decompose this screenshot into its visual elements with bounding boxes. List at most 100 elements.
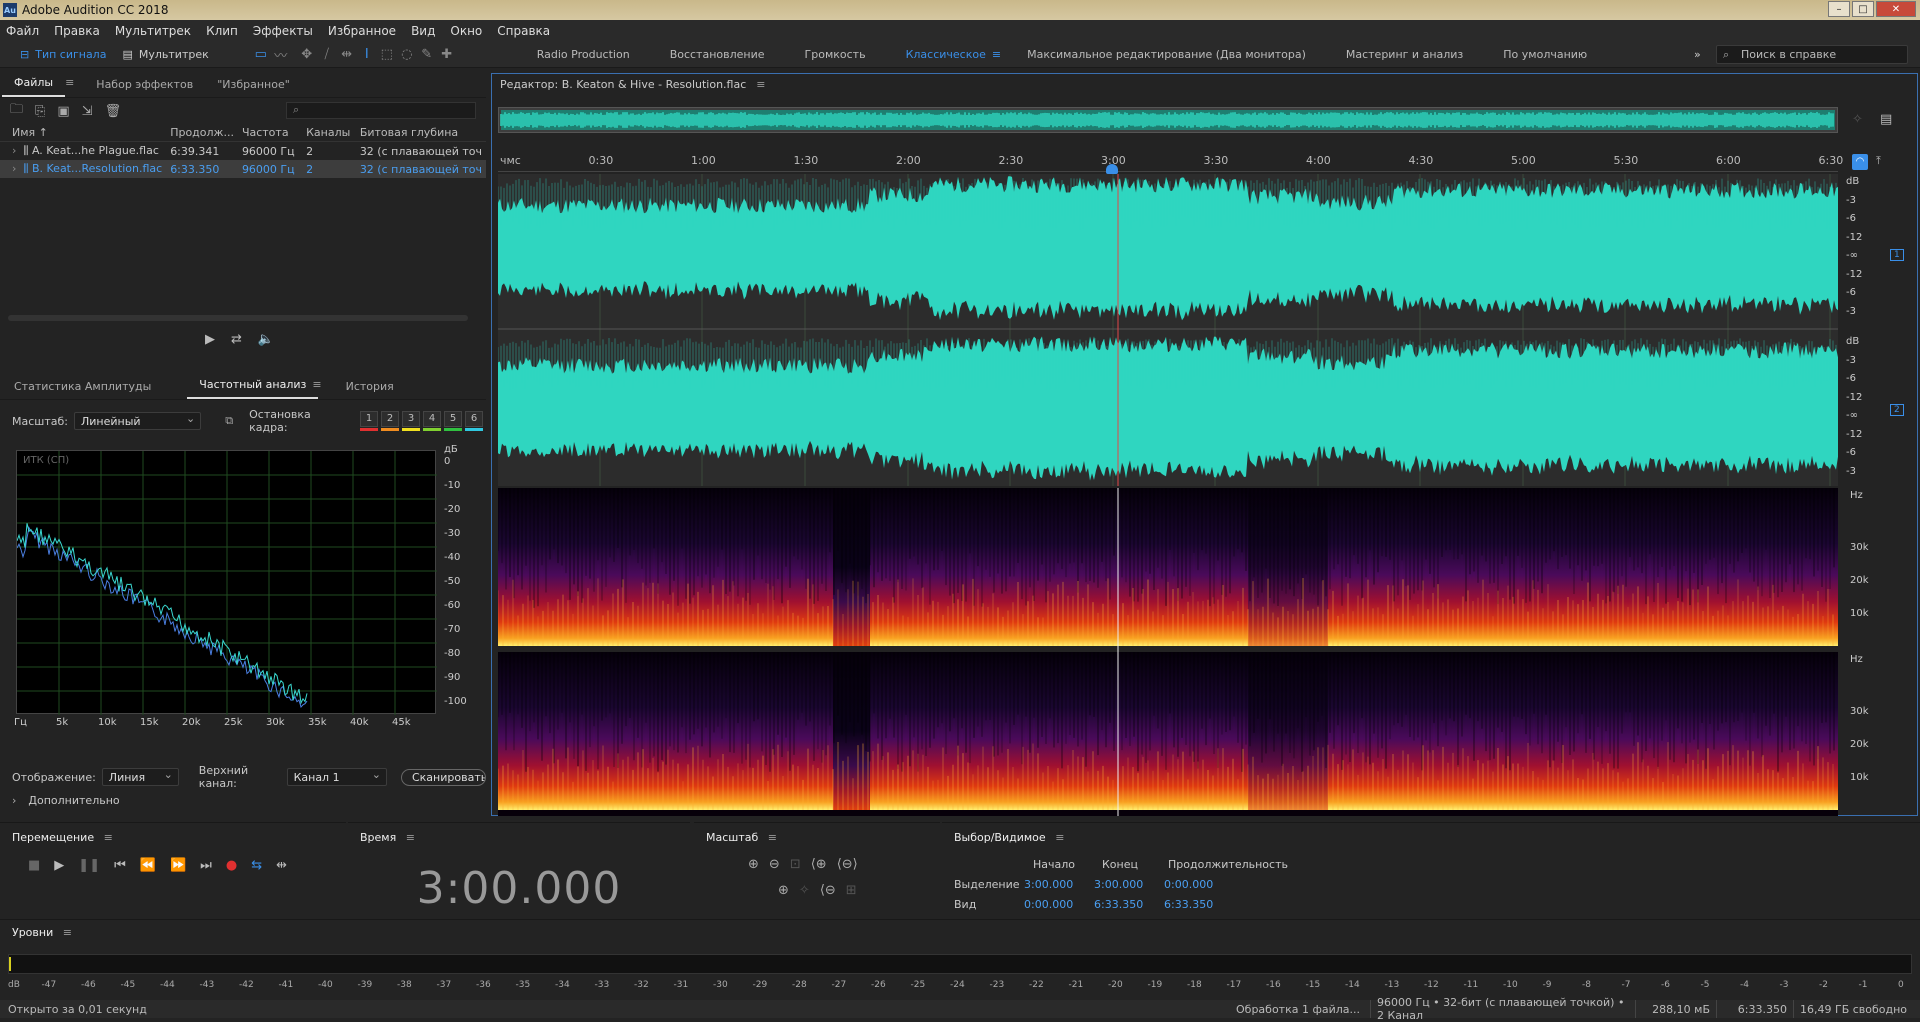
expand-icon[interactable]: ›	[12, 162, 16, 175]
spectral-view-icon[interactable]: ▭	[251, 45, 271, 65]
spectral-view[interactable]	[498, 488, 1838, 816]
preview-loop-icon[interactable]: ⇄	[231, 332, 242, 347]
tab-frequency-analysis[interactable]: Частотный анализ	[187, 372, 319, 399]
menu-edit[interactable]: Правка	[54, 24, 100, 38]
selection-duration[interactable]: 0:00.000	[1162, 875, 1242, 895]
channel-select[interactable]: Канал 1	[286, 767, 387, 786]
freeze-button-1[interactable]: 1	[360, 411, 378, 431]
waveform-view[interactable]	[498, 174, 1838, 486]
insert-multitrack-icon[interactable]: ⇲	[82, 104, 93, 119]
expand-icon[interactable]: ›	[12, 144, 16, 157]
selection-menu-icon[interactable]: ≡	[1055, 831, 1064, 844]
headphones-icon[interactable]: ◠	[1852, 154, 1868, 170]
go-to-end-icon[interactable]: ⏭	[200, 858, 212, 873]
zoom-in-time-icon[interactable]: ⟨⊕	[811, 857, 827, 872]
scale-select[interactable]: Линейный	[73, 411, 202, 430]
channel-2-badge[interactable]: 2	[1890, 404, 1904, 416]
delete-icon[interactable]: 🗑	[105, 104, 122, 119]
view-start[interactable]: 0:00.000	[1018, 895, 1090, 915]
frame-icon[interactable]: ⧉	[225, 414, 233, 428]
preview-play-icon[interactable]: ▶	[205, 332, 215, 347]
editor-menu-icon[interactable]: ≡	[756, 78, 765, 91]
zoom-in-point-icon[interactable]: ✧	[799, 883, 810, 898]
time-selection-tool-icon[interactable]: I	[357, 45, 377, 65]
zoom-out-amplitude-icon[interactable]: ⊖	[769, 857, 780, 872]
zoom-menu-icon[interactable]: ≡	[768, 831, 777, 844]
import-file-icon[interactable]: ⎘	[35, 104, 45, 119]
open-file-icon[interactable]: 🗀	[10, 100, 23, 122]
freeze-button-4[interactable]: 4	[423, 411, 441, 431]
play-icon[interactable]: ▶	[54, 858, 64, 873]
time-ruler[interactable]: чмс 0:30 1:00 1:30 2:00 2:30 3:00 3:30 4:00 4:30 5…	[498, 152, 1843, 172]
workspace-classic[interactable]: Классическое	[906, 48, 986, 61]
slip-tool-icon[interactable]: ⇹	[337, 45, 357, 65]
col-name[interactable]: Имя ↑	[0, 124, 167, 142]
menu-multitrack[interactable]: Мультитрек	[115, 24, 191, 38]
zoom-out-time-icon[interactable]: ⟨⊖⟩	[837, 857, 858, 872]
files-menu-icon[interactable]: ≡	[65, 76, 74, 89]
menu-view[interactable]: Вид	[411, 24, 435, 38]
display-select[interactable]: Линия	[101, 767, 179, 786]
analysis-menu-icon[interactable]: ≡	[312, 378, 321, 391]
files-scrollbar[interactable]	[8, 315, 468, 321]
menu-effects[interactable]: Эффекты	[253, 24, 313, 38]
selection-start[interactable]: 3:00.000	[1018, 875, 1090, 895]
pitch-view-icon[interactable]: 〰	[271, 45, 291, 65]
skip-selection-icon[interactable]: ⇹	[276, 858, 287, 873]
minimize-button[interactable]: –	[1828, 1, 1850, 17]
help-search-input[interactable]: ⌕ Поиск в справке	[1716, 45, 1908, 64]
waveform-mode-button[interactable]: ⊟ Тип сигнала	[12, 45, 114, 65]
time-menu-icon[interactable]: ≡	[406, 831, 415, 844]
col-duration[interactable]: Продолж...	[166, 124, 238, 142]
freeze-button-3[interactable]: 3	[402, 411, 420, 431]
frequency-graph[interactable]: ИТК (СП)	[16, 450, 437, 715]
selection-end[interactable]: 3:00.000	[1090, 875, 1162, 895]
transport-menu-icon[interactable]: ≡	[104, 831, 113, 844]
preview-volume-icon[interactable]: 🔈	[258, 332, 274, 347]
workspace-menu-icon[interactable]: ≡	[992, 48, 1001, 61]
freeze-button-5[interactable]: 5	[444, 411, 462, 431]
loop-icon[interactable]: ⇆	[251, 858, 262, 873]
tab-files[interactable]: Файлы	[2, 70, 66, 97]
record-icon[interactable]: ●	[226, 858, 237, 873]
maximize-button[interactable]: □	[1852, 1, 1874, 17]
zoom-in-amplitude-icon[interactable]: ⊕	[748, 857, 759, 872]
brush-tool-icon[interactable]: ✎	[417, 45, 437, 65]
view-duration[interactable]: 6:33.350	[1162, 895, 1242, 915]
col-rate[interactable]: Частота	[237, 124, 303, 142]
channel-1-badge[interactable]: 1	[1890, 249, 1904, 261]
tab-amplitude-stats[interactable]: Статистика Амплитуды	[2, 374, 163, 399]
workspace-mastering[interactable]: Мастеринг и анализ	[1346, 48, 1463, 61]
expand-advanced-icon[interactable]: ›	[12, 794, 16, 807]
workspace-radio[interactable]: Radio Production	[537, 48, 630, 61]
freeze-button-6[interactable]: 6	[465, 411, 483, 431]
tab-history[interactable]: История	[334, 374, 406, 399]
close-button[interactable]: ✕	[1876, 1, 1916, 17]
razor-tool-icon[interactable]: ⧸	[317, 45, 337, 65]
fast-forward-icon[interactable]: ⏩	[170, 858, 186, 873]
marquee-tool-icon[interactable]: ⬚	[377, 45, 397, 65]
zoom-out-point-icon[interactable]: ⟨⊖	[820, 883, 836, 898]
advanced-label[interactable]: Дополнительно	[28, 794, 119, 807]
workspace-default[interactable]: По умолчанию	[1503, 48, 1587, 61]
menu-window[interactable]: Окно	[450, 24, 482, 38]
move-tool-icon[interactable]: ✥	[297, 45, 317, 65]
files-search-input[interactable]: ⌕	[286, 102, 476, 119]
file-row[interactable]: › ⫼ A. Keat...he Plague.flac 6:39.341 96…	[0, 142, 486, 161]
panel-options-icon[interactable]: ▤	[1880, 112, 1892, 127]
zoom-to-selection-icon[interactable]: ⊞	[846, 883, 857, 898]
zoom-out-full-icon[interactable]: ⊡	[790, 857, 801, 872]
tab-effects-rack[interactable]: Набор эффектов	[84, 72, 205, 97]
lasso-tool-icon[interactable]: ◌	[397, 45, 417, 65]
playhead-marker[interactable]	[1106, 164, 1118, 174]
col-channels[interactable]: Каналы	[302, 124, 356, 142]
stop-icon[interactable]: ■	[28, 858, 40, 873]
menu-file[interactable]: Файл	[6, 24, 39, 38]
new-file-icon[interactable]: ▣	[57, 104, 69, 119]
workspace-restoration[interactable]: Восстановление	[670, 48, 765, 61]
col-depth[interactable]: Битовая глубина	[355, 124, 486, 142]
overview-bar[interactable]	[498, 107, 1838, 133]
multitrack-mode-button[interactable]: ▤ Мультитрек	[114, 45, 216, 65]
menu-favorites[interactable]: Избранное	[328, 24, 396, 38]
zoom-selection-icon[interactable]: ⊕	[778, 883, 789, 898]
